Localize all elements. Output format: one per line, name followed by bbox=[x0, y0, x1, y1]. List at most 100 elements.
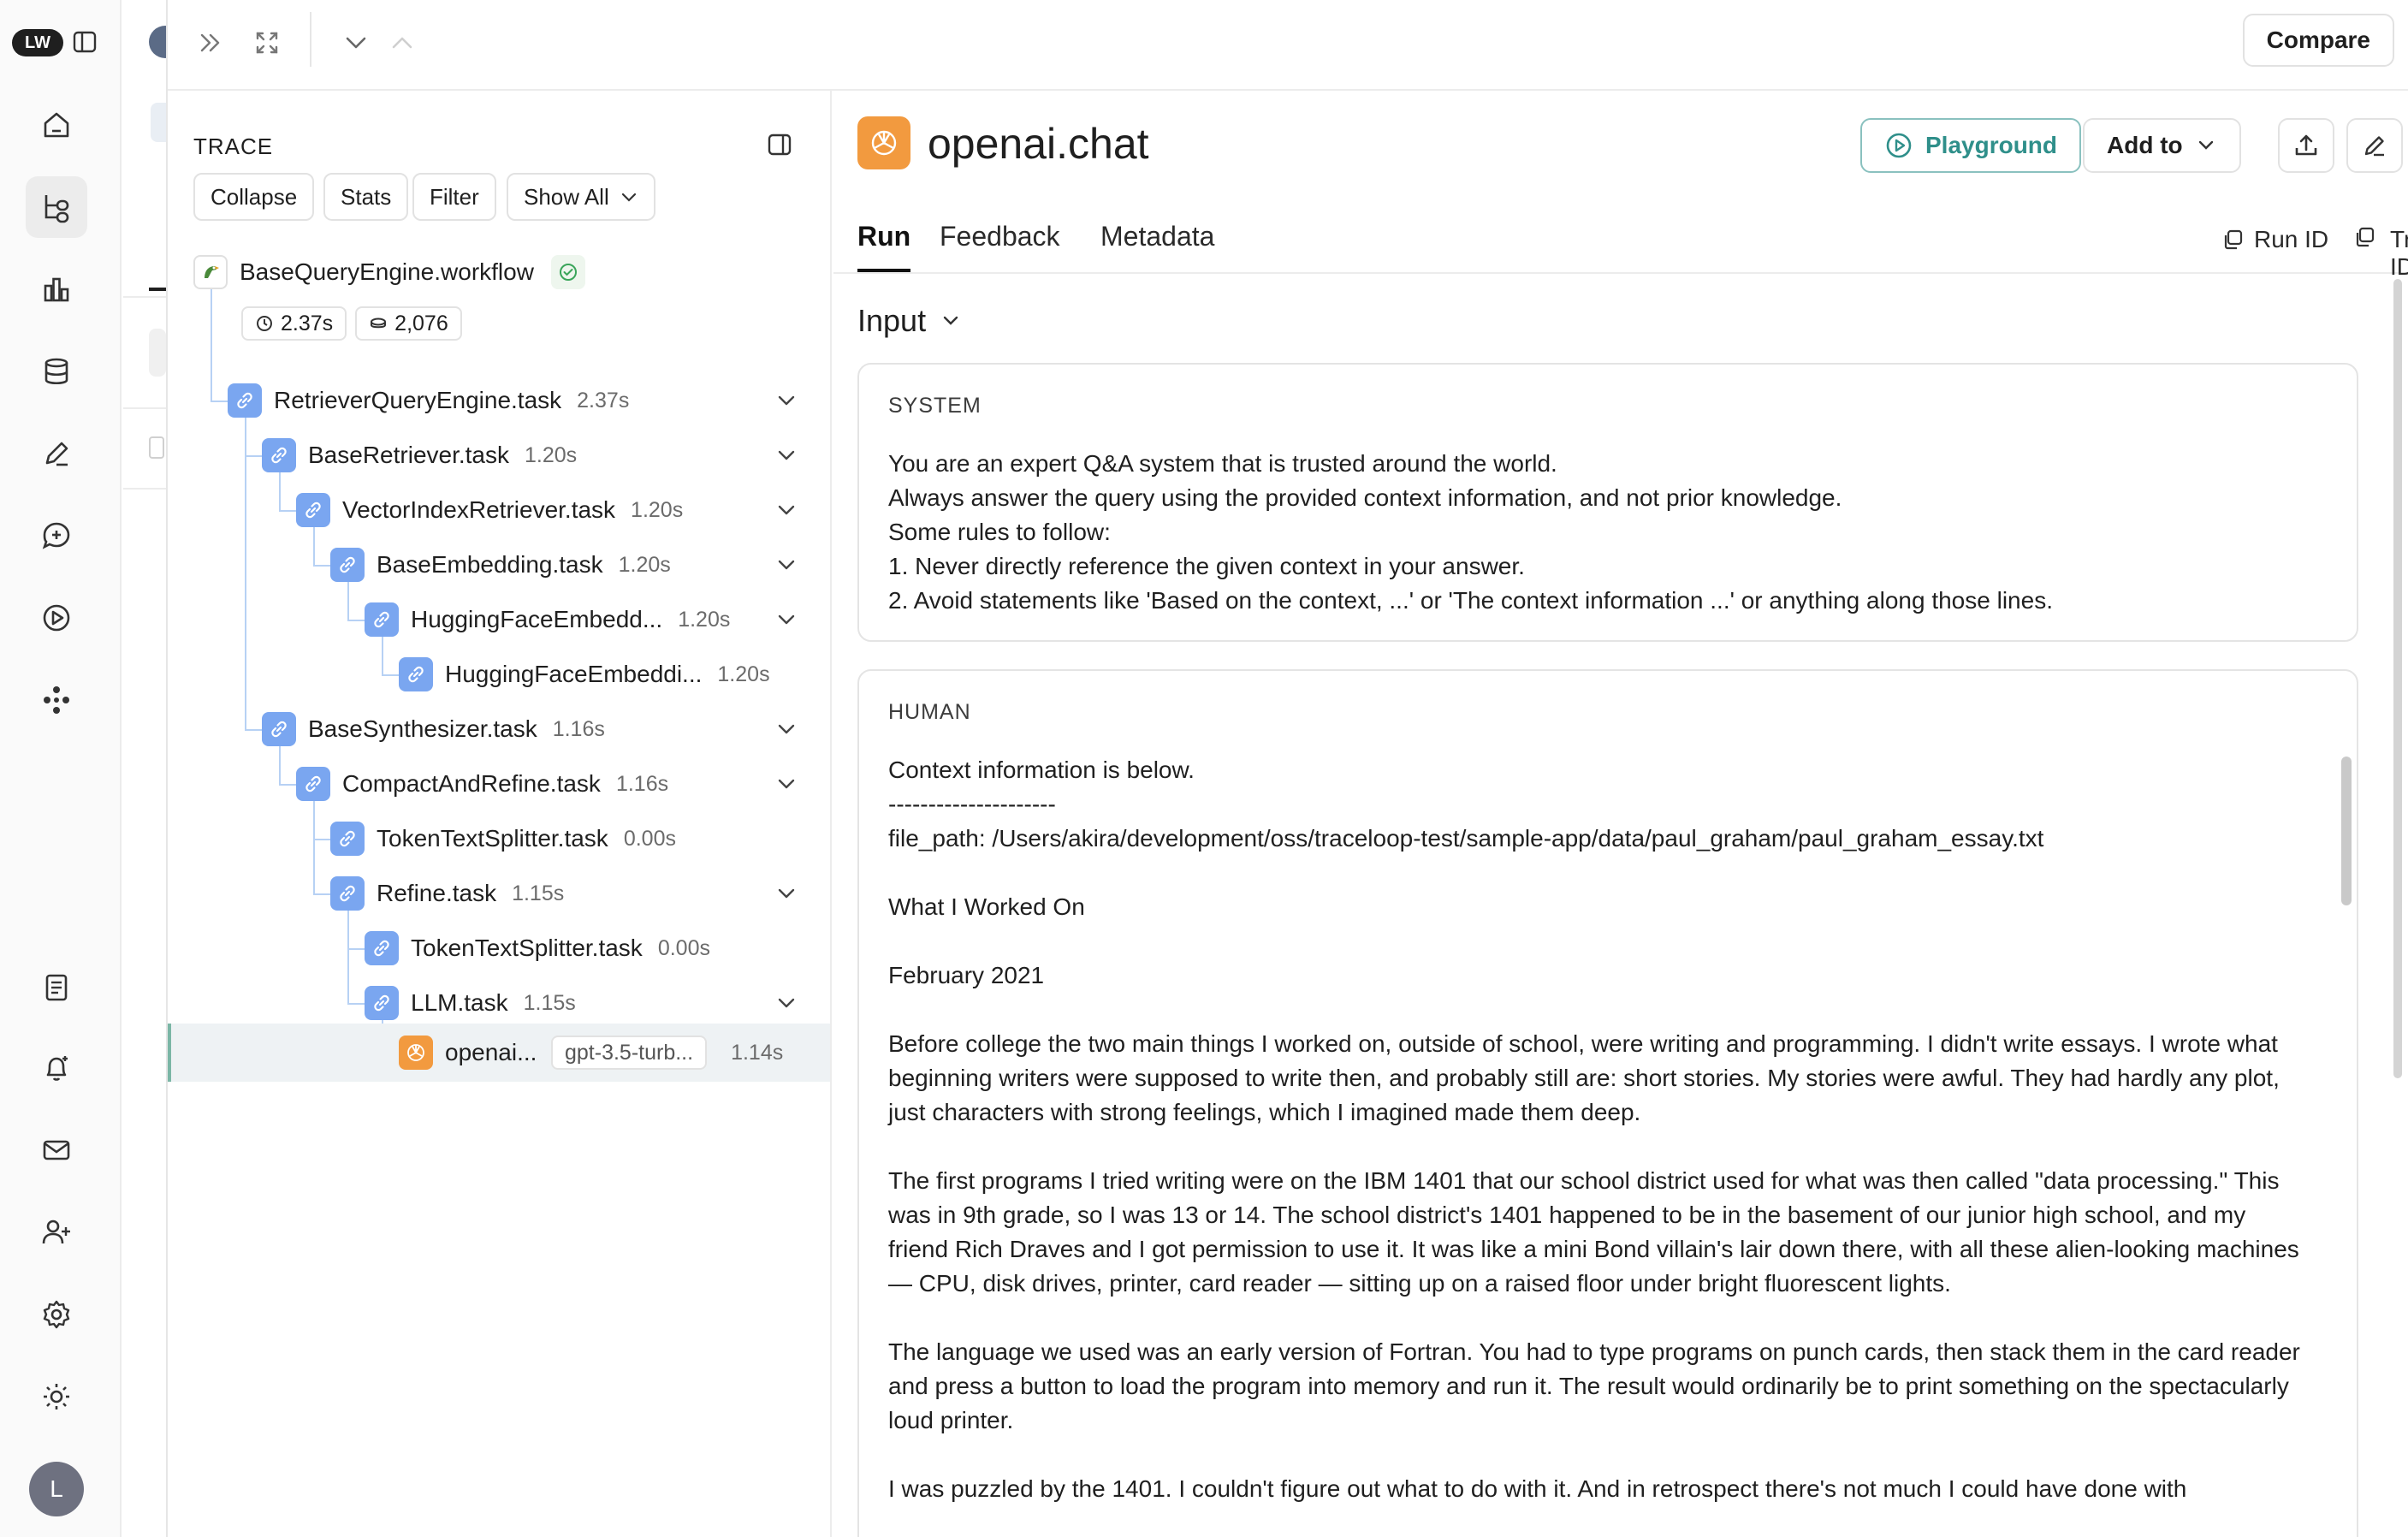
trace-node[interactable]: Refine.task 1.15s bbox=[330, 869, 564, 917]
trace-node-name: TokenTextSplitter.task bbox=[411, 935, 643, 961]
traces-icon[interactable] bbox=[26, 176, 87, 238]
expand-chevron-icon[interactable] bbox=[774, 552, 799, 578]
expand-chevron-icon[interactable] bbox=[774, 607, 799, 632]
trace-node-duration: 1.16s bbox=[552, 716, 605, 741]
alerts-icon[interactable] bbox=[26, 1037, 87, 1099]
trace-node-name: RetrieverQueryEngine.task bbox=[274, 387, 562, 413]
settings-icon[interactable] bbox=[26, 1284, 87, 1345]
mail-icon[interactable] bbox=[26, 1119, 87, 1181]
trace-node-duration: 1.20s bbox=[717, 662, 770, 686]
trace-node[interactable]: CompactAndRefine.task 1.16s bbox=[296, 760, 668, 808]
docs-icon[interactable] bbox=[26, 957, 87, 1018]
drawer-topbar: Compare bbox=[168, 0, 2408, 91]
trace-node[interactable]: BaseEmbedding.task 1.20s bbox=[330, 541, 671, 589]
tokens-value: 2,076 bbox=[394, 311, 448, 335]
sidebar-toggle-icon[interactable] bbox=[72, 29, 98, 55]
playground-button[interactable]: Playground bbox=[1860, 118, 2082, 173]
human-message-card: HUMAN Context information is below. ----… bbox=[857, 669, 2358, 1537]
datasets-icon[interactable] bbox=[26, 341, 87, 402]
trace-node[interactable]: TokenTextSplitter.task 0.00s bbox=[330, 815, 676, 863]
trace-root-node[interactable]: BaseQueryEngine.workflow bbox=[193, 248, 585, 296]
dashboards-icon[interactable] bbox=[26, 258, 87, 320]
openai-run-node[interactable]: openai... gpt-3.5-turb... 1.14s bbox=[399, 1029, 783, 1077]
next-run-chevron-down-icon[interactable] bbox=[335, 22, 377, 63]
link-icon bbox=[296, 767, 330, 801]
play-circle-icon bbox=[1884, 131, 1913, 160]
openai-run-duration: 1.14s bbox=[731, 1040, 784, 1065]
tree-connector bbox=[382, 674, 399, 676]
trace-tree-panel: TRACE Collapse Stats Filter Show All Bas… bbox=[168, 91, 832, 1537]
trace-node[interactable]: HuggingFaceEmbedd... 1.20s bbox=[365, 596, 730, 644]
share-button[interactable] bbox=[2278, 118, 2334, 173]
trace-root-name: BaseQueryEngine.workflow bbox=[240, 258, 534, 285]
left-nav-rail: LW L bbox=[0, 0, 122, 1537]
deployments-icon[interactable] bbox=[26, 669, 87, 731]
show-all-dropdown[interactable]: Show All bbox=[507, 173, 655, 221]
trace-node[interactable]: HuggingFaceEmbeddi... 1.20s bbox=[399, 650, 770, 698]
theme-icon[interactable] bbox=[26, 1366, 87, 1427]
trace-node[interactable]: BaseSynthesizer.task 1.16s bbox=[262, 705, 605, 753]
tab-run[interactable]: Run bbox=[857, 221, 910, 252]
add-to-dropdown[interactable]: Add to bbox=[2083, 118, 2241, 173]
trace-node-name: Refine.task bbox=[377, 880, 497, 906]
trace-node[interactable]: BaseRetriever.task 1.20s bbox=[262, 431, 577, 479]
link-icon bbox=[296, 493, 330, 527]
link-icon bbox=[330, 876, 365, 911]
trace-panel-title: TRACE bbox=[193, 134, 274, 159]
trace-node-name: LLM.task bbox=[411, 989, 508, 1016]
expand-chevron-icon[interactable] bbox=[774, 881, 799, 906]
compare-button[interactable]: Compare bbox=[2242, 14, 2394, 67]
expand-chevron-icon[interactable] bbox=[774, 388, 799, 413]
close-drawer-icon[interactable] bbox=[190, 22, 231, 63]
copy-trace-id-button[interactable] bbox=[2353, 226, 2375, 248]
filter-button[interactable]: Filter bbox=[412, 173, 496, 221]
toolbar-divider bbox=[310, 12, 311, 67]
run-id-label: Run ID bbox=[2254, 226, 2329, 252]
edit-button[interactable] bbox=[2346, 118, 2403, 173]
prompts-icon[interactable] bbox=[26, 505, 87, 567]
tree-connector bbox=[245, 729, 262, 731]
expand-icon[interactable] bbox=[246, 22, 288, 63]
user-avatar[interactable]: L bbox=[29, 1462, 84, 1516]
tab-feedback[interactable]: Feedback bbox=[940, 221, 1060, 252]
expand-chevron-icon[interactable] bbox=[774, 442, 799, 468]
app-logo[interactable]: LW bbox=[12, 29, 63, 56]
trace-node-duration: 1.15s bbox=[523, 990, 576, 1015]
human-role-label: HUMAN bbox=[888, 700, 971, 724]
trace-node-name: BaseRetriever.task bbox=[308, 442, 509, 468]
expand-chevron-icon[interactable] bbox=[774, 497, 799, 523]
tab-metadata[interactable]: Metadata bbox=[1100, 221, 1214, 252]
annotations-icon[interactable] bbox=[26, 423, 87, 484]
expand-chevron-icon[interactable] bbox=[774, 771, 799, 797]
playground-icon[interactable] bbox=[26, 587, 87, 649]
tree-connector bbox=[313, 798, 315, 893]
input-section-toggle[interactable]: Input bbox=[857, 303, 962, 339]
latency-value: 2.37s bbox=[281, 311, 334, 335]
previous-run-chevron-up-icon[interactable] bbox=[382, 22, 423, 63]
trace-node[interactable]: LLM.task 1.15s bbox=[365, 979, 576, 1027]
chevron-down-icon bbox=[940, 310, 962, 332]
trace-node[interactable]: TokenTextSplitter.task 0.00s bbox=[365, 924, 710, 972]
trace-node[interactable]: VectorIndexRetriever.task 1.20s bbox=[296, 486, 683, 534]
run-details-panel: openai.chat Playground Add to Run Feedba… bbox=[833, 91, 2408, 1537]
details-scrollbar[interactable] bbox=[2393, 279, 2402, 1078]
stats-button[interactable]: Stats bbox=[323, 173, 409, 221]
trace-node[interactable]: RetrieverQueryEngine.task 2.37s bbox=[228, 377, 629, 424]
link-icon bbox=[365, 986, 399, 1020]
expand-chevron-icon[interactable] bbox=[774, 716, 799, 742]
invite-user-icon[interactable] bbox=[26, 1202, 87, 1263]
trace-id-label-wrap[interactable]: Trace ID bbox=[2390, 226, 2408, 281]
link-icon bbox=[330, 822, 365, 856]
message-scrollbar[interactable] bbox=[2341, 757, 2352, 905]
panel-toggle-icon[interactable] bbox=[767, 132, 792, 157]
home-icon[interactable] bbox=[26, 94, 87, 156]
link-icon bbox=[262, 712, 296, 746]
collapse-button[interactable]: Collapse bbox=[193, 173, 315, 221]
trace-node-duration: 1.20s bbox=[525, 442, 578, 467]
parrot-icon bbox=[193, 255, 228, 289]
run-tabs: Run Feedback Metadata Run ID bbox=[833, 202, 2408, 274]
tree-connector bbox=[279, 510, 296, 512]
copy-run-id-button[interactable]: Run ID bbox=[2221, 226, 2328, 253]
system-message-card: SYSTEM You are an expert Q&A system that… bbox=[857, 363, 2358, 642]
expand-chevron-icon[interactable] bbox=[774, 990, 799, 1016]
